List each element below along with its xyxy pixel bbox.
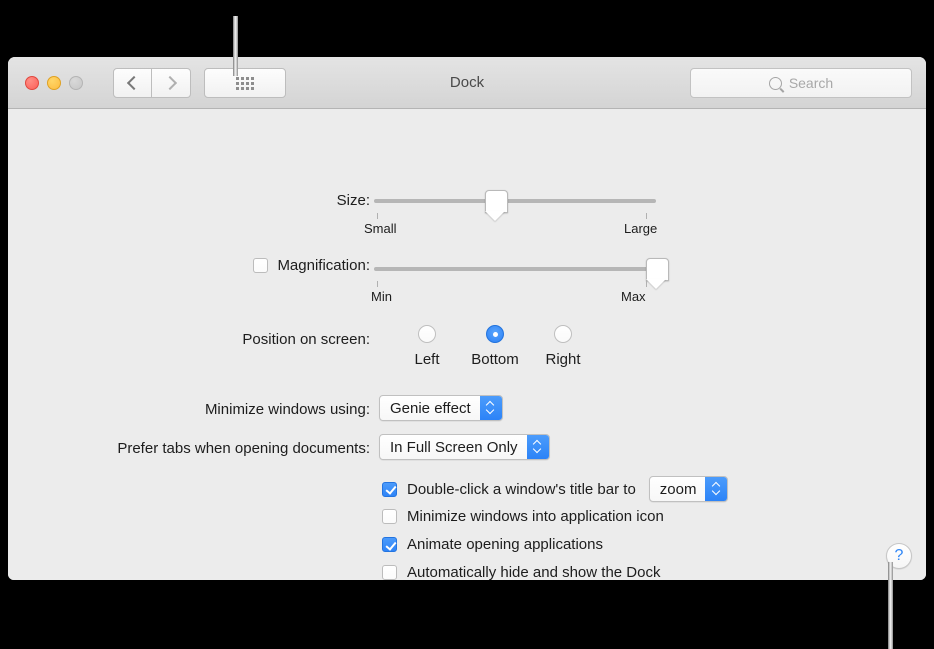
animate-opening-apps-label: Animate opening applications: [407, 536, 603, 553]
double-click-title-bar-checkbox[interactable]: [382, 482, 397, 497]
position-label: Position on screen:: [242, 331, 370, 348]
magnification-label-group: Magnification:: [253, 257, 370, 274]
minimize-effect-label: Minimize windows using:: [205, 401, 370, 418]
auto-hide-dock-label: Automatically hide and show the Dock: [407, 564, 660, 580]
callout-line-bottom: [888, 562, 893, 649]
position-option-bottom[interactable]: Bottom: [461, 325, 529, 368]
double-click-title-bar-label: Double-click a window's title bar to: [407, 481, 636, 498]
prefer-tabs-value: In Full Screen Only: [380, 439, 527, 456]
minimize-effect-value: Genie effect: [380, 400, 480, 417]
magnification-tick-max: [646, 281, 647, 287]
magnification-tick-min: [377, 281, 378, 287]
minimize-into-app-icon-label: Minimize windows into application icon: [407, 508, 664, 525]
radio-right-icon[interactable]: [554, 325, 572, 343]
position-option-right[interactable]: Right: [529, 325, 597, 368]
magnification-checkbox[interactable]: [253, 258, 268, 273]
double-click-action-value: zoom: [650, 481, 706, 498]
size-tick-label-min: Small: [364, 221, 397, 236]
magnification-slider-thumb[interactable]: [646, 258, 669, 281]
size-tick-max: [646, 213, 647, 219]
checkbox-row-minimize-into-icon[interactable]: Minimize windows into application icon: [382, 508, 664, 525]
chevron-updown-icon[interactable]: [480, 396, 502, 420]
prefer-tabs-select[interactable]: In Full Screen Only: [379, 434, 550, 460]
callout-line-top: [233, 16, 238, 76]
checkbox-row-auto-hide[interactable]: Automatically hide and show the Dock: [382, 564, 660, 580]
magnification-slider-track: [374, 267, 656, 271]
size-label: Size:: [337, 192, 370, 209]
size-slider-track: [374, 199, 656, 203]
chevron-updown-icon[interactable]: [527, 435, 549, 459]
size-tick-min: [377, 213, 378, 219]
size-slider[interactable]: Small Large: [374, 199, 656, 203]
magnification-tick-label-max: Max: [621, 289, 646, 304]
search-input[interactable]: Search: [690, 68, 912, 98]
position-option-right-label: Right: [529, 351, 597, 368]
system-preferences-window: Dock Search Size: Small Large Magnificat…: [8, 57, 926, 580]
question-mark-icon: ?: [895, 547, 904, 565]
position-option-left-label: Left: [393, 351, 461, 368]
prefer-tabs-label: Prefer tabs when opening documents:: [117, 440, 370, 457]
size-slider-thumb[interactable]: [485, 190, 508, 213]
search-placeholder: Search: [789, 75, 833, 91]
size-tick-label-max: Large: [624, 221, 657, 236]
position-option-bottom-label: Bottom: [461, 351, 529, 368]
position-radio-group: Left Bottom Right: [393, 325, 597, 368]
search-icon: [769, 77, 782, 90]
double-click-action-select[interactable]: zoom: [649, 476, 729, 502]
magnification-label: Magnification:: [277, 257, 370, 274]
minimize-effect-select[interactable]: Genie effect: [379, 395, 503, 421]
radio-left-icon[interactable]: [418, 325, 436, 343]
magnification-slider[interactable]: Min Max: [374, 267, 656, 271]
chevron-updown-icon[interactable]: [705, 477, 727, 501]
checkbox-row-animate-opening[interactable]: Animate opening applications: [382, 536, 603, 553]
magnification-tick-label-min: Min: [371, 289, 392, 304]
radio-bottom-icon[interactable]: [486, 325, 504, 343]
double-click-title-bar-row: Double-click a window's title bar to zoo…: [382, 476, 728, 502]
animate-opening-apps-checkbox[interactable]: [382, 537, 397, 552]
window-titlebar: Dock Search: [8, 57, 926, 109]
position-option-left[interactable]: Left: [393, 325, 461, 368]
dock-preferences-pane: Size: Small Large Magnification: Min Max…: [8, 109, 926, 580]
minimize-into-app-icon-checkbox[interactable]: [382, 509, 397, 524]
auto-hide-dock-checkbox[interactable]: [382, 565, 397, 580]
